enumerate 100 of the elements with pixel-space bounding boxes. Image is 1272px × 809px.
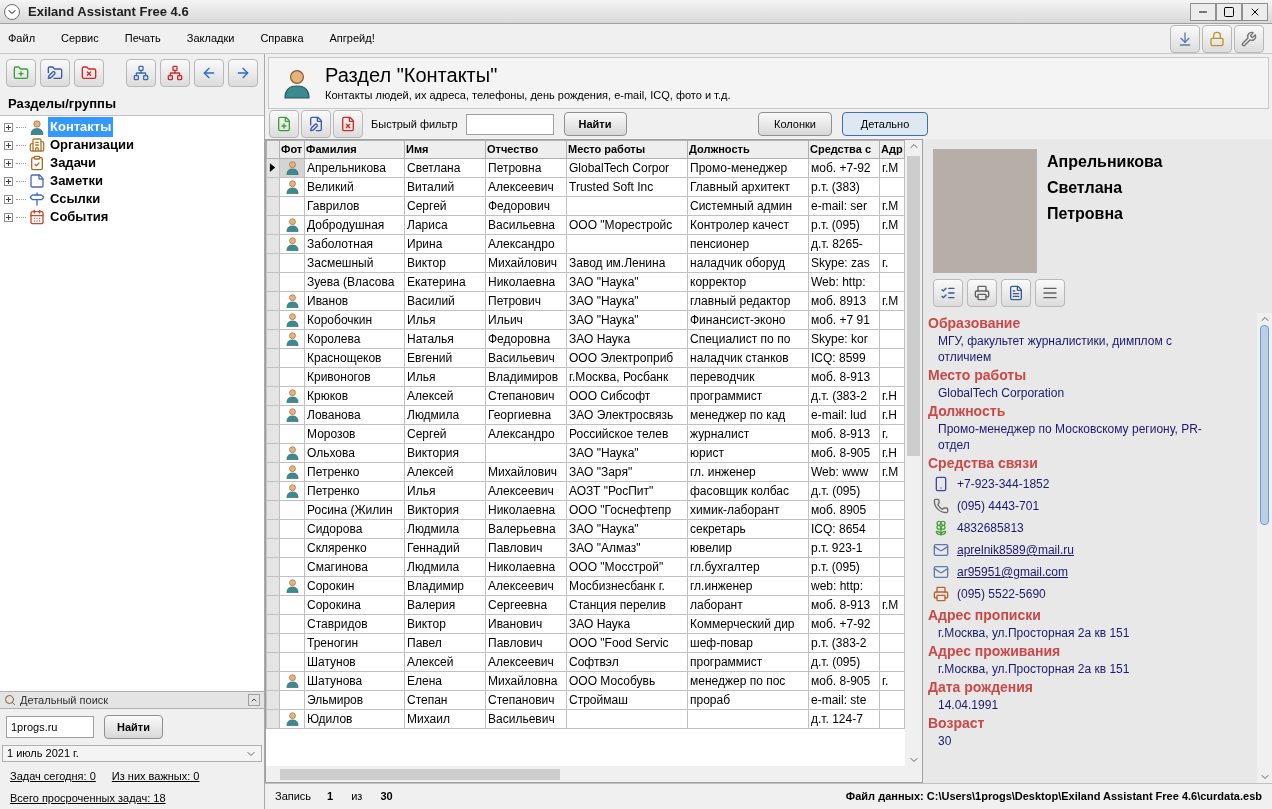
field-value: Промо-менеджер по Московскому региону, PR-отдел [937, 421, 1203, 453]
expand-toggle[interactable] [4, 212, 13, 222]
maximize-button[interactable] [1216, 2, 1242, 21]
tree-item[interactable]: Организации [48, 135, 137, 155]
table-cell: Васильевич [485, 348, 567, 367]
tree-item[interactable]: Задачи [48, 153, 99, 173]
table-cell: Сергей [404, 424, 486, 443]
table-cell: Станция перелив [566, 595, 688, 614]
expand-toggle[interactable] [4, 176, 13, 186]
edit-folder-button[interactable] [40, 59, 70, 87]
column-header[interactable]: Должность [687, 140, 809, 158]
table-cell: Илья [404, 367, 486, 386]
table-cell: г.Москва, Росбанк [566, 367, 688, 386]
tree-add-button[interactable] [126, 59, 156, 87]
record-number: 1 [327, 789, 334, 805]
table-cell: программист [687, 652, 809, 671]
settings-tool-button[interactable] [1234, 24, 1264, 53]
window-menu-icon[interactable] [4, 3, 20, 20]
document-icon [1008, 285, 1024, 301]
table-cell: г. [879, 671, 905, 690]
table-cell: ООО "Мосстрой" [566, 557, 688, 576]
search-input[interactable]: 1progs.ru [6, 716, 94, 738]
person-icon [284, 312, 300, 327]
list-button[interactable] [1035, 279, 1065, 307]
search-icon [4, 694, 16, 706]
add-folder-button[interactable] [6, 59, 36, 87]
expand-toggle[interactable] [4, 140, 13, 150]
table-cell: пенсионер [687, 234, 809, 253]
column-header[interactable]: Фамилия [304, 140, 405, 158]
table-cell: Юдилов [304, 709, 405, 728]
tree-remove-button[interactable] [160, 59, 190, 87]
vertical-scrollbar[interactable] [1257, 313, 1272, 783]
edit-record-button[interactable] [301, 110, 331, 138]
column-header[interactable]: Средства с [808, 140, 880, 158]
forward-button[interactable] [228, 59, 258, 87]
folder-delete-icon [81, 65, 97, 81]
email-link[interactable]: aprelnik8589@mail.ru [957, 541, 1074, 559]
overdue-tasks-link[interactable]: Всего просроченных задач: 18 [10, 789, 254, 806]
important-tasks-link[interactable]: Из них важных: 0 [111, 768, 200, 785]
menu-item[interactable]: Печать [124, 30, 161, 47]
close-button[interactable] [1242, 2, 1268, 21]
table-cell: ЗАО "Алмаз" [566, 538, 688, 557]
tasks-today-link[interactable]: Задач сегодня: 0 [10, 768, 96, 785]
view-toggle-button[interactable]: Детально [842, 112, 928, 136]
column-header[interactable]: Отчество [485, 140, 567, 158]
table-cell: Людмила [404, 405, 486, 424]
person-icon [284, 711, 300, 726]
add-record-button[interactable] [269, 110, 299, 138]
filter-input[interactable] [465, 113, 554, 135]
table-cell: д.т. (095) [808, 481, 880, 500]
delete-record-button[interactable] [333, 110, 363, 138]
table-cell: web: http: [808, 576, 880, 595]
table-cell: Алексей [404, 462, 486, 481]
menu-item[interactable]: Справка [260, 30, 304, 47]
clipboard-icon [29, 155, 45, 171]
text-export-button[interactable] [1001, 279, 1031, 307]
table-cell: переводчик [687, 367, 809, 386]
view-toggle-button[interactable]: Колонки [758, 112, 832, 136]
section-heading: Дата рождения [928, 678, 1035, 697]
table-cell: химик-лаборант [687, 500, 809, 519]
menu-item[interactable]: Сервис [61, 30, 99, 47]
print-button[interactable] [967, 279, 997, 307]
column-header[interactable]: Место работы [566, 140, 688, 158]
signpost-icon [29, 191, 45, 207]
table-cell: ООО "Госнефтепр [566, 500, 688, 519]
table-cell: г. [879, 424, 905, 443]
vertical-scrollbar[interactable] [905, 140, 922, 766]
column-header[interactable]: Имя [404, 140, 486, 158]
table-cell: Скляренко [304, 538, 405, 557]
search-button[interactable]: Найти [104, 715, 163, 739]
table-cell: Skype: zas [808, 253, 880, 272]
table-cell: Михайлович [485, 253, 567, 272]
tree-item[interactable]: События [48, 207, 111, 227]
minimize-button[interactable] [1190, 2, 1216, 21]
table-cell: Ольхова [304, 443, 405, 462]
download-tool-button[interactable] [1170, 24, 1200, 53]
tree-item[interactable]: Ссылки [48, 189, 103, 209]
table-cell: корректор [687, 272, 809, 291]
column-header[interactable]: Адр [879, 140, 905, 158]
horizontal-scrollbar[interactable] [266, 766, 922, 782]
email-link[interactable]: ar95951@gmail.com [957, 563, 1068, 581]
expand-toggle[interactable] [4, 194, 13, 204]
table-cell: Шатунов [304, 652, 405, 671]
table-cell: Великий [304, 177, 405, 196]
column-header[interactable]: Фот [279, 140, 305, 158]
expand-toggle[interactable] [4, 158, 13, 168]
back-button[interactable] [194, 59, 224, 87]
tree-item[interactable]: Заметки [48, 171, 105, 191]
find-button[interactable]: Найти [563, 112, 627, 136]
collapse-icon[interactable] [248, 694, 260, 706]
delete-folder-button[interactable] [74, 59, 104, 87]
status-label: из [351, 789, 363, 805]
table-cell: Главный архитект [687, 177, 809, 196]
date-dropdown[interactable]: 1 июль 2021 г. [2, 745, 262, 762]
menu-item[interactable]: Файл [8, 30, 36, 47]
expand-toggle[interactable] [4, 122, 13, 132]
person-icon [284, 236, 300, 251]
checklist-button[interactable] [933, 279, 963, 307]
menu-item[interactable]: Апгрейд! [329, 30, 375, 47]
menu-item[interactable]: Закладки [186, 30, 235, 47]
